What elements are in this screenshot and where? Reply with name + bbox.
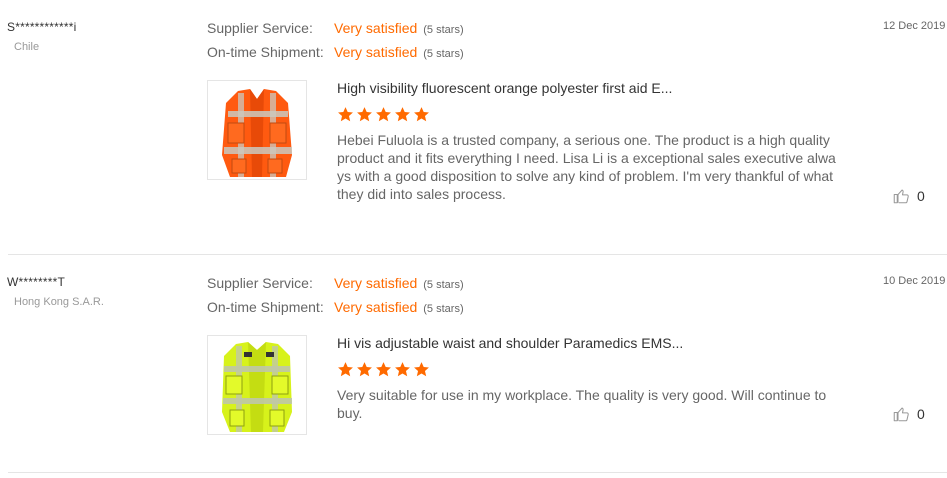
supplier-service-rating: Supplier Service: Very satisfied (5 stars)	[207, 275, 464, 291]
product-thumbnail[interactable]	[207, 80, 307, 180]
on-time-shipment-rating: On-time Shipment: Very satisfied (5 stars)	[207, 299, 464, 315]
product-rating-stars	[337, 361, 430, 378]
thumbs-up-icon	[893, 407, 909, 422]
like-button[interactable]: 0	[892, 187, 925, 205]
like-count: 0	[917, 406, 925, 422]
reviews-list: S************i Chile Supplier Service: Ve…	[0, 0, 947, 478]
on-time-shipment-value: Very satisfied	[334, 44, 418, 60]
like-count: 0	[917, 188, 925, 204]
supplier-service-note: (5 stars)	[423, 279, 464, 291]
review-item: S************i Chile Supplier Service: Ve…	[0, 0, 947, 255]
thumbs-up-icon	[893, 189, 909, 204]
review-divider	[8, 472, 947, 473]
review-text: Hebei Fuluola is a trusted company, a se…	[337, 132, 836, 202]
product-thumbnail[interactable]	[207, 335, 307, 435]
on-time-shipment-rating: On-time Shipment: Very satisfied (5 stars)	[207, 44, 464, 60]
star-icon	[395, 107, 410, 122]
star-icon	[338, 107, 353, 122]
on-time-shipment-note: (5 stars)	[423, 48, 464, 60]
on-time-shipment-label: On-time Shipment:	[207, 44, 324, 60]
product-title-link[interactable]: Hi vis adjustable waist and shoulder Par…	[337, 335, 683, 351]
supplier-service-label: Supplier Service:	[207, 275, 313, 291]
star-icon	[357, 107, 372, 122]
reviewer-name: W********T	[7, 275, 66, 289]
supplier-service-value: Very satisfied	[334, 20, 418, 36]
on-time-shipment-label: On-time Shipment:	[207, 299, 324, 315]
yellow-safety-vest-image	[222, 342, 292, 432]
product-rating-stars	[337, 106, 430, 123]
like-button[interactable]: 0	[892, 405, 925, 423]
supplier-service-note: (5 stars)	[423, 24, 464, 36]
review-text: Very suitable for use in my workplace. T…	[337, 387, 827, 421]
star-icon	[338, 362, 353, 377]
star-icon	[357, 362, 372, 377]
orange-safety-vest-image	[222, 89, 292, 177]
product-title-link[interactable]: High visibility fluorescent orange polye…	[337, 80, 672, 96]
reviewer-name: S************i	[7, 20, 77, 34]
supplier-service-value: Very satisfied	[334, 275, 418, 291]
review-item: W********T Hong Kong S.A.R. Supplier Ser…	[0, 255, 947, 473]
reviewer-country: Chile	[14, 41, 40, 53]
review-date: 12 Dec 2019	[883, 20, 946, 32]
reviewer-country: Hong Kong S.A.R.	[14, 296, 104, 308]
star-icon	[376, 107, 391, 122]
review-date: 10 Dec 2019	[883, 275, 946, 287]
on-time-shipment-note: (5 stars)	[423, 303, 464, 315]
supplier-service-label: Supplier Service:	[207, 20, 313, 36]
star-icon	[376, 362, 391, 377]
star-icon	[414, 362, 429, 377]
star-icon	[395, 362, 410, 377]
on-time-shipment-value: Very satisfied	[334, 299, 418, 315]
supplier-service-rating: Supplier Service: Very satisfied (5 stars)	[207, 20, 464, 36]
star-icon	[414, 107, 429, 122]
